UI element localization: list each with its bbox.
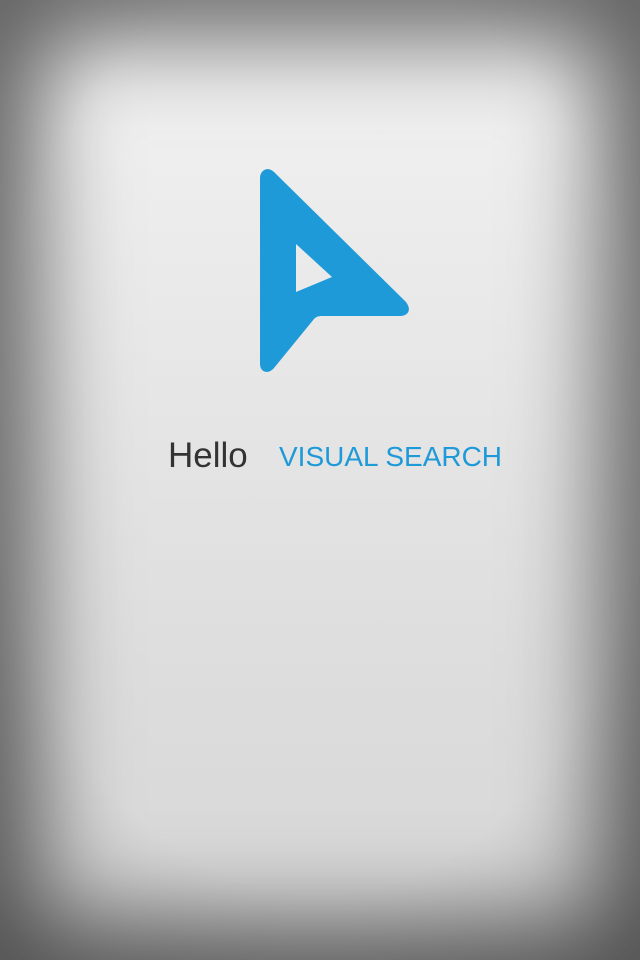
greeting-text: Hello [168, 436, 248, 475]
vignette-overlay [0, 0, 640, 960]
splash-screen: Hello VISUAL SEARCH [0, 0, 640, 960]
app-name: VISUAL SEARCH [279, 441, 503, 472]
visual-search-arrow-icon [252, 164, 416, 378]
